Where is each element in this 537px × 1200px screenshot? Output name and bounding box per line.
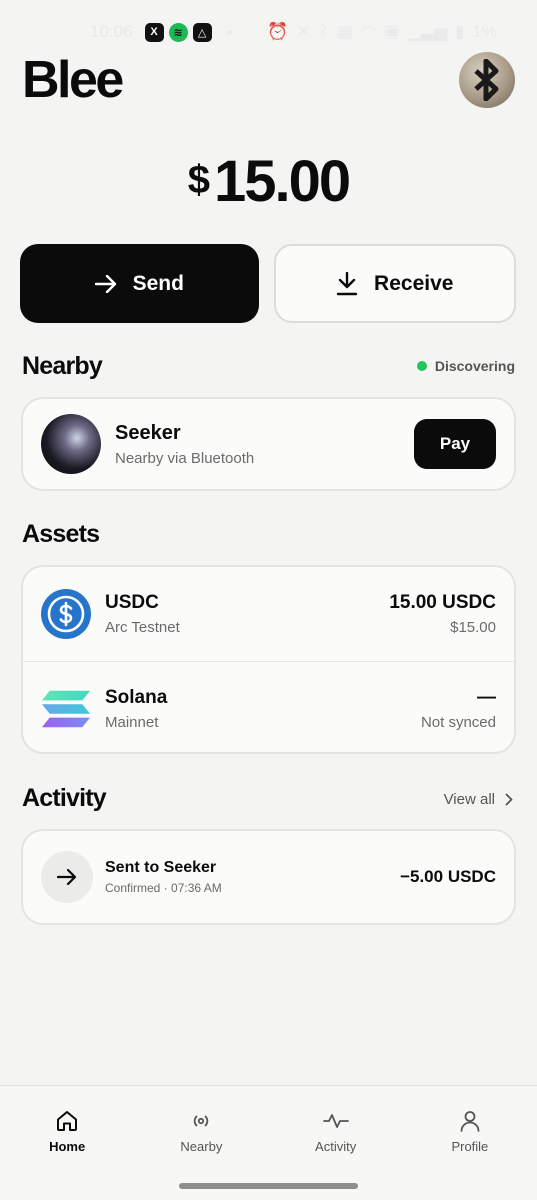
asset-amount: 15.00 USDC: [389, 592, 496, 613]
bluetooth-icon: [474, 59, 499, 101]
nearby-peer-card[interactable]: Seeker Nearby via Bluetooth Pay: [21, 397, 516, 491]
notification-dot-icon: ●: [226, 26, 233, 38]
download-icon: [336, 271, 358, 295]
asset-fiat: $15.00: [450, 619, 496, 636]
solana-icon: [41, 684, 91, 734]
tab-profile[interactable]: Profile: [403, 1086, 537, 1176]
assets-section-title: Assets: [22, 520, 100, 548]
assets-card: USDC Arc Testnet 15.00 USDC $15.00 Solan…: [21, 565, 516, 754]
home-indicator[interactable]: [179, 1183, 358, 1189]
status-dot-icon: [416, 361, 427, 371]
asset-name: Solana: [105, 686, 168, 708]
status-bar: 10:06 X ≋ △ ● ⏰ ✕ ᛒ ▦ ◠ ▣ ▁▃▅ ▮ 1%: [0, 18, 537, 46]
tab-home-label: Home: [49, 1138, 86, 1154]
activity-icon: [322, 1113, 349, 1128]
spotify-icon: ≋: [168, 22, 188, 42]
bottom-tab-bar: Home Nearby Activity Profile: [0, 1085, 537, 1200]
asset-info: Solana Mainnet: [105, 687, 167, 731]
pay-button[interactable]: Pay: [414, 419, 496, 469]
discovery-status: Discovering: [416, 358, 515, 374]
home-icon: [57, 1110, 78, 1131]
battery-icon: ▮: [455, 22, 465, 41]
asset-row-solana[interactable]: Solana Mainnet — Not synced: [23, 661, 514, 755]
wifi-icon: ◠: [360, 22, 376, 41]
arrow-right-icon: [41, 851, 93, 903]
tab-nearby[interactable]: Nearby: [134, 1086, 268, 1176]
activity-info: Sent to Seeker Confirmed · 07:36 AM: [105, 859, 222, 895]
asset-fiat: Not synced: [420, 713, 496, 731]
nearby-section-title: Nearby: [22, 352, 103, 380]
balance-currency: $: [187, 158, 211, 202]
asset-name: USDC: [105, 592, 159, 613]
tab-activity[interactable]: Activity: [269, 1086, 403, 1176]
battery-percent: 1%: [472, 22, 497, 41]
action-buttons: Send Receive: [20, 244, 516, 323]
peer-info: Seeker Nearby via Bluetooth: [115, 422, 254, 467]
sim-icon: ▣: [383, 22, 400, 41]
status-time: 10:06: [90, 22, 133, 41]
drive-icon: △: [192, 22, 212, 42]
activity-amount: −5.00 USDC: [400, 867, 496, 886]
discovery-status-label: Discovering: [434, 358, 515, 374]
profile-icon: [460, 1110, 480, 1132]
asset-amount: —: [477, 686, 496, 708]
receive-label: Receive: [374, 271, 454, 295]
cell-signal-icon: ▁▃▅: [407, 22, 448, 41]
asset-row-usdc[interactable]: USDC Arc Testnet 15.00 USDC $15.00: [23, 567, 514, 661]
receive-button[interactable]: Receive: [273, 244, 516, 323]
activity-section-title: Activity: [22, 784, 107, 812]
tab-home[interactable]: Home: [0, 1086, 134, 1176]
tab-profile-label: Profile: [451, 1138, 489, 1154]
activity-title: Sent to Seeker: [105, 859, 217, 876]
mute-icon: ✕: [296, 22, 311, 41]
asset-value: — Not synced: [421, 687, 496, 731]
balance-display: $15.00: [0, 148, 537, 215]
usdc-icon: [41, 589, 91, 639]
bluetooth-status-icon: ᛒ: [318, 22, 329, 41]
chevron-right-icon: [505, 793, 513, 806]
view-all-link[interactable]: View all: [444, 791, 513, 808]
peer-subtitle: Nearby via Bluetooth: [115, 449, 255, 467]
activity-subtitle: Confirmed · 07:36 AM: [105, 881, 222, 895]
view-all-label: View all: [443, 791, 495, 808]
send-button[interactable]: Send: [20, 244, 259, 323]
app-logo: Blee: [22, 51, 124, 109]
peer-avatar: [41, 414, 101, 474]
balance-amount: 15.00: [214, 149, 351, 214]
avatar[interactable]: [459, 52, 515, 108]
peer-name: Seeker: [115, 421, 181, 444]
nearby-icon: [194, 1115, 209, 1126]
activity-item[interactable]: Sent to Seeker Confirmed · 07:36 AM −5.0…: [21, 829, 516, 925]
signal-data-icon: ▦: [336, 22, 353, 41]
tab-activity-label: Activity: [315, 1138, 357, 1154]
app-header: Blee: [22, 52, 515, 108]
asset-network: Mainnet: [105, 713, 159, 731]
tab-nearby-label: Nearby: [180, 1138, 223, 1154]
x-icon: X: [144, 22, 164, 42]
send-label: Send: [132, 271, 184, 295]
asset-value: 15.00 USDC $15.00: [389, 592, 496, 636]
alarm-icon: ⏰: [267, 22, 289, 41]
arrow-right-icon: [94, 274, 116, 293]
asset-network: Arc Testnet: [105, 619, 180, 636]
asset-info: USDC Arc Testnet: [105, 592, 180, 636]
